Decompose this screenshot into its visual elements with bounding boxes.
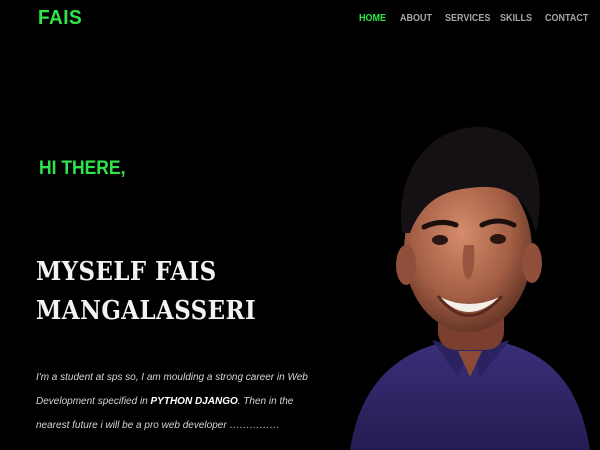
main-nav: HOME ABOUT SERVICES SKILLS CONTACT xyxy=(0,13,600,27)
nav-home[interactable]: HOME xyxy=(359,13,386,24)
nav-services[interactable]: SERVICES xyxy=(445,13,490,24)
headline-line-1: MYSELF FAIS xyxy=(36,257,217,287)
nav-contact[interactable]: CONTACT xyxy=(545,13,588,24)
hero-greeting: HI THERE, xyxy=(39,158,126,179)
nav-skills[interactable]: SKILLS xyxy=(500,13,532,24)
hero-about-text: I'm a student at sps so, I am moulding a… xyxy=(36,366,316,438)
about-highlight: PYTHON DJANGO xyxy=(150,396,238,407)
nav-about[interactable]: ABOUT xyxy=(400,13,432,24)
profile-portrait xyxy=(350,126,590,450)
hero-headline: MYSELF FAIS MANGALASSERI xyxy=(36,253,335,331)
headline-line-2: MANGALASSERI xyxy=(36,296,257,326)
